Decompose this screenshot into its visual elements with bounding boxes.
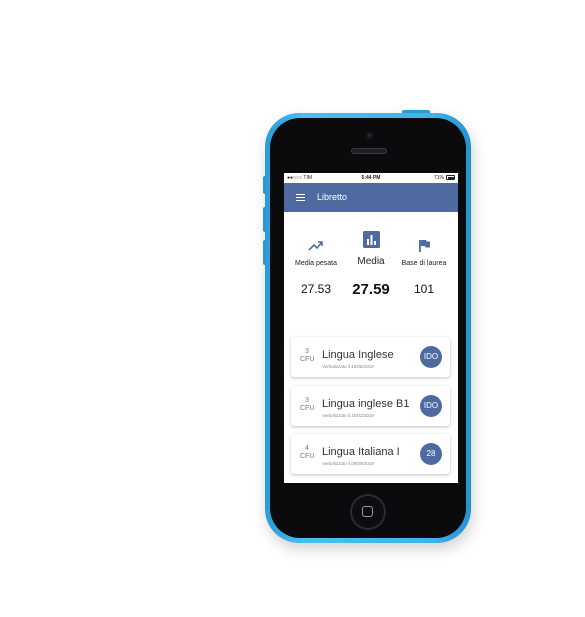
cfu-badge: 3 CFU <box>300 397 314 413</box>
front-camera <box>366 132 373 139</box>
exam-name: Lingua Italiana I <box>322 446 400 458</box>
app-bar: Libretto <box>284 183 458 212</box>
earpiece-speaker <box>351 148 387 154</box>
home-button-icon <box>362 506 373 517</box>
exam-date: Verbalizzato il 16/06/2018 <box>322 364 374 369</box>
stat-label: Media pesata <box>294 260 338 267</box>
exam-name: Lingua inglese B1 <box>322 398 410 410</box>
stat-label: Media <box>357 256 385 267</box>
bar-chart-icon <box>362 231 380 248</box>
flag-icon <box>418 240 430 252</box>
status-bar: ●●○○○ TIM 5:44 PM 71% <box>284 173 458 183</box>
stat-value: 101 <box>413 282 435 296</box>
stat-value: 27.59 <box>352 281 390 298</box>
grade-badge: IDO <box>420 395 442 417</box>
exam-date: Verbalizzato il 08/09/2018 <box>322 461 374 466</box>
menu-icon[interactable] <box>296 194 305 202</box>
stat-weighted-average[interactable]: Media pesata 27.53 <box>290 237 342 296</box>
exam-date: Verbalizzato il 18/02/2018 <box>322 413 374 418</box>
battery-icon <box>446 175 455 180</box>
cfu-label: CFU <box>300 453 315 460</box>
page-title: Libretto <box>317 192 348 202</box>
exam-card[interactable]: 4 CFU Lingua Italiana I Verbalizzato il … <box>291 434 450 474</box>
cfu-number: 3 <box>305 397 309 404</box>
app-screen: ●●○○○ TIM 5:44 PM 71% Libretto Media pes… <box>284 173 458 483</box>
battery-percent: 71% <box>433 175 444 181</box>
cfu-badge: 3 CFU <box>300 348 314 364</box>
stat-average[interactable]: Media 27.59 <box>346 231 396 298</box>
trending-up-icon <box>308 241 323 251</box>
stats-panel: Media pesata 27.53 Media 27.59 Base di l… <box>284 219 458 314</box>
cfu-badge: 4 CFU <box>300 445 314 461</box>
cfu-label: CFU <box>300 356 315 363</box>
exam-card[interactable]: 3 CFU Lingua inglese B1 Verbalizzato il … <box>291 386 450 426</box>
grade-badge: IDO <box>420 346 442 368</box>
cfu-label: CFU <box>300 405 315 412</box>
status-time: 5:44 PM <box>361 175 381 181</box>
grade-badge: 28 <box>420 443 442 465</box>
cfu-number: 4 <box>305 445 309 452</box>
stat-label: Base di laurea <box>401 260 447 267</box>
stat-graduation-base[interactable]: Base di laurea 101 <box>398 237 450 296</box>
stat-value: 27.53 <box>300 282 332 296</box>
cfu-number: 3 <box>305 348 309 355</box>
exam-card[interactable]: 3 CFU Lingua Inglese Verbalizzato il 16/… <box>291 337 450 377</box>
exam-name: Lingua Inglese <box>322 349 394 361</box>
